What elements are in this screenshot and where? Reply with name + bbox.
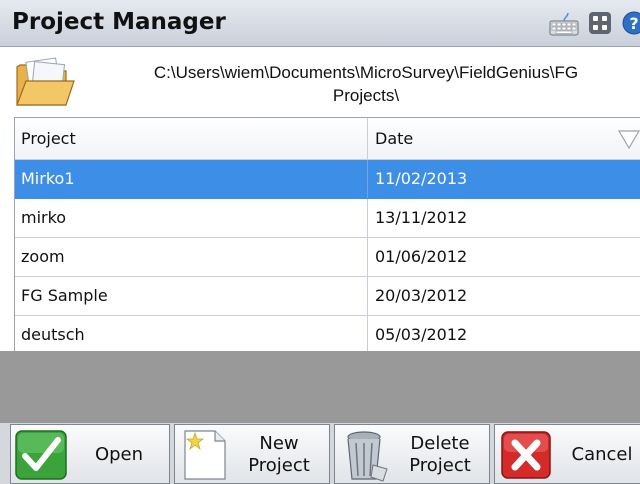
new-project-button-label: New Project — [231, 433, 327, 477]
checkmark-icon — [15, 430, 67, 480]
window-title: Project Manager — [12, 9, 226, 35]
project-path-line-2: Projects\ — [332, 86, 400, 105]
help-icon[interactable]: ? — [622, 11, 640, 35]
title-bar: Project Manager ? — [0, 0, 640, 47]
cell-project: Mirko1 — [15, 160, 368, 198]
button-bar: Open New Project Delete Project Cancel — [0, 423, 640, 484]
delete-project-label-line-2: Project — [409, 455, 471, 476]
sort-descending-icon — [617, 130, 640, 149]
svg-text:?: ? — [629, 14, 638, 33]
project-path-row: C:\Users\wiem\Documents\MicroSurvey\Fiel… — [0, 47, 640, 117]
project-path-line-1: C:\Users\wiem\Documents\MicroSurvey\Fiel… — [153, 63, 579, 82]
column-header-project[interactable]: Project — [15, 118, 368, 159]
table-row[interactable]: mirko 13/11/2012 — [15, 199, 640, 238]
delete-project-button-label: Delete Project — [393, 433, 487, 477]
new-document-icon — [184, 430, 226, 480]
cell-project: mirko — [15, 199, 368, 237]
project-path: C:\Users\wiem\Documents\MicroSurvey\Fiel… — [92, 61, 640, 107]
grid-icon[interactable] — [588, 11, 612, 35]
project-table: Project Date Mirko1 11/02/2013 mirko 13/… — [14, 117, 640, 355]
cell-date: 20/03/2012 — [375, 286, 468, 305]
new-project-button[interactable]: New Project — [174, 424, 330, 484]
open-folder-icon — [16, 57, 75, 106]
table-row[interactable]: Mirko1 11/02/2013 — [15, 160, 640, 199]
keyboard-icon[interactable] — [549, 11, 579, 37]
cell-date: 11/02/2013 — [375, 169, 468, 188]
open-button[interactable]: Open — [10, 424, 170, 484]
cell-project: zoom — [15, 238, 368, 276]
open-button-label: Open — [94, 444, 144, 465]
table-row[interactable]: zoom 01/06/2012 — [15, 238, 640, 277]
new-project-label-line-1: New — [259, 433, 299, 454]
cell-project: FG Sample — [15, 277, 368, 315]
cancel-button[interactable]: Cancel — [494, 424, 640, 484]
table-empty-area — [0, 351, 640, 423]
cancel-button-label: Cancel — [571, 444, 633, 465]
cell-date: 01/06/2012 — [375, 247, 468, 266]
cell-project: deutsch — [15, 316, 368, 354]
table-row[interactable]: deutsch 05/03/2012 — [15, 316, 640, 355]
table-row[interactable]: FG Sample 20/03/2012 — [15, 277, 640, 316]
cell-date: 13/11/2012 — [375, 208, 468, 227]
close-icon — [501, 431, 551, 479]
cell-date: 05/03/2012 — [375, 325, 468, 344]
delete-project-button[interactable]: Delete Project — [334, 424, 490, 484]
delete-project-label-line-1: Delete — [410, 433, 470, 454]
trash-can-icon — [347, 431, 388, 482]
new-project-label-line-2: Project — [248, 455, 310, 476]
column-header-date-label: Date — [375, 129, 414, 148]
table-header: Project Date — [15, 118, 640, 160]
column-header-date[interactable]: Date — [368, 118, 640, 159]
